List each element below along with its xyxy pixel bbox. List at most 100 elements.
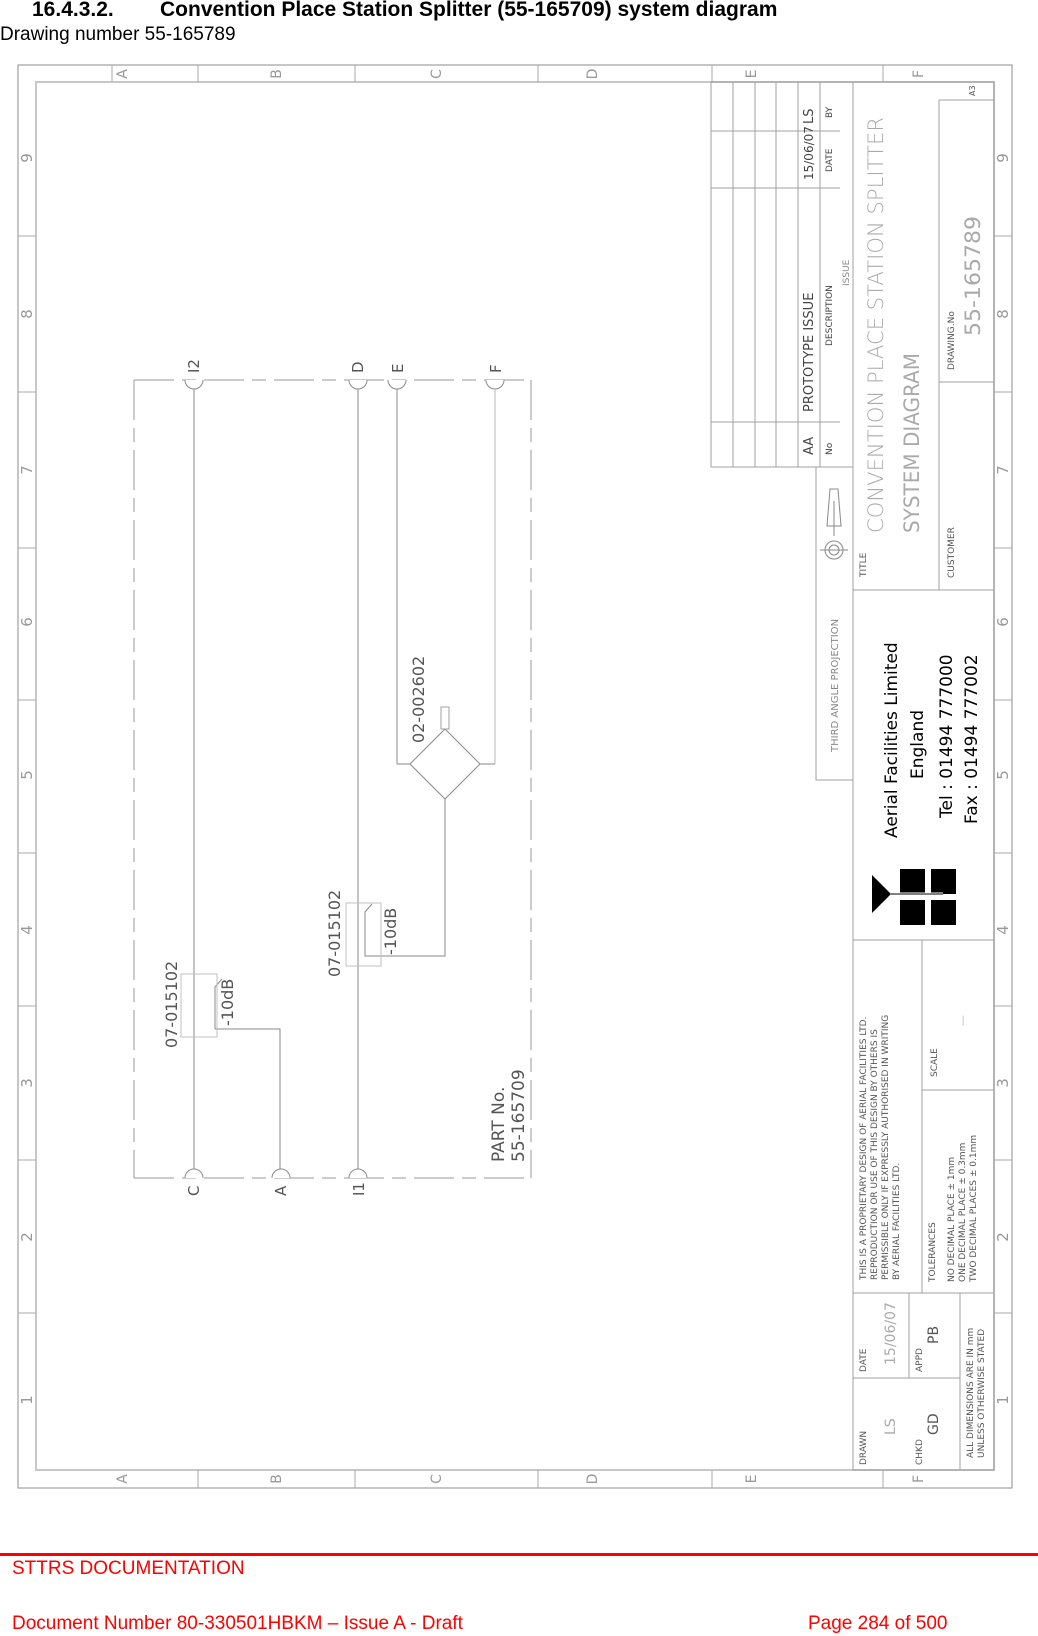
border-number-9-right: 9 [994,153,1012,163]
port-i1-connector [348,1168,368,1179]
border-letter-e-top: E [744,70,760,79]
port-i1-label: I1 [350,1182,368,1196]
notice-line-4: BY AERIAL FACILITIES LTD. [892,1163,902,1280]
dimensions-note-line-1: ALL DIMENSIONS ARE IN mm [966,1328,976,1458]
border-number-1-left: 1 [18,1395,36,1405]
border-number-7-right: 7 [994,465,1012,475]
revision-header-no: No [825,442,835,455]
border-number-3-left: 3 [18,1078,36,1088]
revision-header-date: DATE [825,148,835,172]
port-a-label: A [272,1185,290,1196]
port-d-connector [348,379,368,390]
tolerances-label: TOLERANCES [928,1222,938,1283]
tolerance-line-1: NO DECIMAL PLACE ± 1mm [947,1157,957,1282]
system-diagram-drawing: A B C D E F A B C D E F 9 8 7 6 5 4 3 2 … [17,64,1013,1489]
company-name: Aerial Facilities Limited [882,642,902,838]
footer-document-number: Document Number 80-330501HBKM – Issue A … [12,1613,463,1634]
coupler-2-body [345,902,382,967]
border-number-7-left: 7 [18,465,36,475]
drawn-label: DRAWN [859,1431,869,1465]
port-i2-label: I2 [185,359,203,373]
border-letter-f-top: F [911,70,927,78]
border-letter-d-top: D [585,69,601,80]
revision-date: 15/06/07 [802,126,816,180]
appd-label: APPD [915,1348,925,1372]
tolerance-line-2: ONE DECIMAL PLACE ± 0.3mm [958,1143,968,1282]
port-a-connector [271,1168,291,1179]
title-label: TITLE [859,552,869,578]
coupler-1-attenuation: -10dB [218,979,237,1026]
border-letter-b-top: B [269,69,285,79]
border-number-6-right: 6 [994,617,1012,627]
sheet-size: A3 [968,85,977,96]
revision-description: PROTOTYPE ISSUE [802,293,817,412]
appd-by: PB [926,1326,942,1344]
border-number-8-left: 8 [18,309,36,319]
drawing-title-line-2: SYSTEM DIAGRAM [900,353,924,533]
splitter-part-number: 02-002602 [409,656,428,743]
border-number-5-left: 5 [18,770,36,780]
signal-lines [193,389,496,1169]
part-no-value: 55-165709 [509,1069,529,1162]
revision-header-by: BY [825,106,835,118]
notice-line-1: THIS IS A PROPRIETARY DESIGN OF AERIAL F… [859,1017,869,1281]
port-e-connector [387,379,407,390]
border-letter-a-bottom: A [115,1474,131,1484]
footer-page-number: Page 284 of 500 [808,1613,948,1634]
splitter-termination [440,706,450,730]
revision-caption: ISSUE [842,259,852,286]
border-number-4-left: 4 [18,925,36,935]
border-number-1-right: 1 [994,1395,1012,1405]
footer-organization: STTRS DOCUMENTATION [12,1558,245,1579]
border-number-5-right: 5 [994,770,1012,780]
border-number-2-right: 2 [994,1232,1012,1242]
border-letter-f-bottom: F [911,1475,927,1483]
border-letter-c-top: C [429,69,445,79]
coupler-1-body [180,973,218,1038]
revision-no: AA [802,437,817,455]
coupler-2-attenuation: -10dB [381,908,400,955]
border-number-6-left: 6 [18,617,36,627]
border-number-8-right: 8 [994,309,1012,319]
drawing-title-line-1: CONVENTION PLACE STATION SPLITTER [864,117,888,533]
border-letter-a-top: A [115,69,131,79]
coupler-2-part-number: 07-015102 [325,890,344,977]
scale-value: — [956,1015,969,1026]
scale-label: SCALE [930,1048,940,1077]
port-f-label: F [487,364,505,373]
date-value: 15/06/07 [883,1302,899,1365]
port-f-connector [485,379,505,390]
drawing-no-value: 55-165789 [961,216,985,336]
revision-by: LS [802,109,817,125]
port-c-connector [184,1168,204,1179]
company-fax: Fax : 01494 777002 [962,654,982,824]
date-label: DATE [859,1348,869,1372]
border-number-2-left: 2 [18,1232,36,1242]
border-letter-b-bottom: B [269,1474,285,1484]
tolerance-line-3: TWO DECIMAL PLACES ± 0.1mm [969,1135,979,1283]
inner-frame [35,81,995,1471]
port-c-label: C [185,1186,203,1196]
footer-divider [0,1553,1038,1556]
border-letter-c-bottom: C [429,1474,445,1484]
drawing-no-label: DRAWING.No [947,311,957,370]
chkd-by: GD [926,1413,942,1435]
port-i2-connector [184,379,204,390]
border-letter-d-bottom: D [585,1474,601,1485]
border-letter-e-bottom: E [744,1475,760,1484]
port-e-label: E [389,364,407,373]
revision-header-description: DESCRIPTION [825,285,835,346]
company-country: England [908,710,928,779]
part-no-label: PART No. [489,1087,509,1162]
customer-label: CUSTOMER [947,527,957,578]
notice-line-3: PERMISSIBLE ONLY IF EXPRESSLY AUTHORISED… [881,1015,891,1280]
coupler-1-part-number: 07-015102 [162,961,181,1048]
chkd-label: CHKD [915,1439,925,1465]
port-d-label: D [349,361,367,373]
drawn-by: LS [883,1418,899,1435]
border-number-9-left: 9 [18,153,36,163]
company-logo-icon [872,869,956,925]
third-angle-projection-icon [820,488,848,560]
border-number-3-right: 3 [994,1078,1012,1088]
notice-line-2: REPRODUCTION OR USE OF THIS DESIGN BY OT… [870,1029,880,1280]
